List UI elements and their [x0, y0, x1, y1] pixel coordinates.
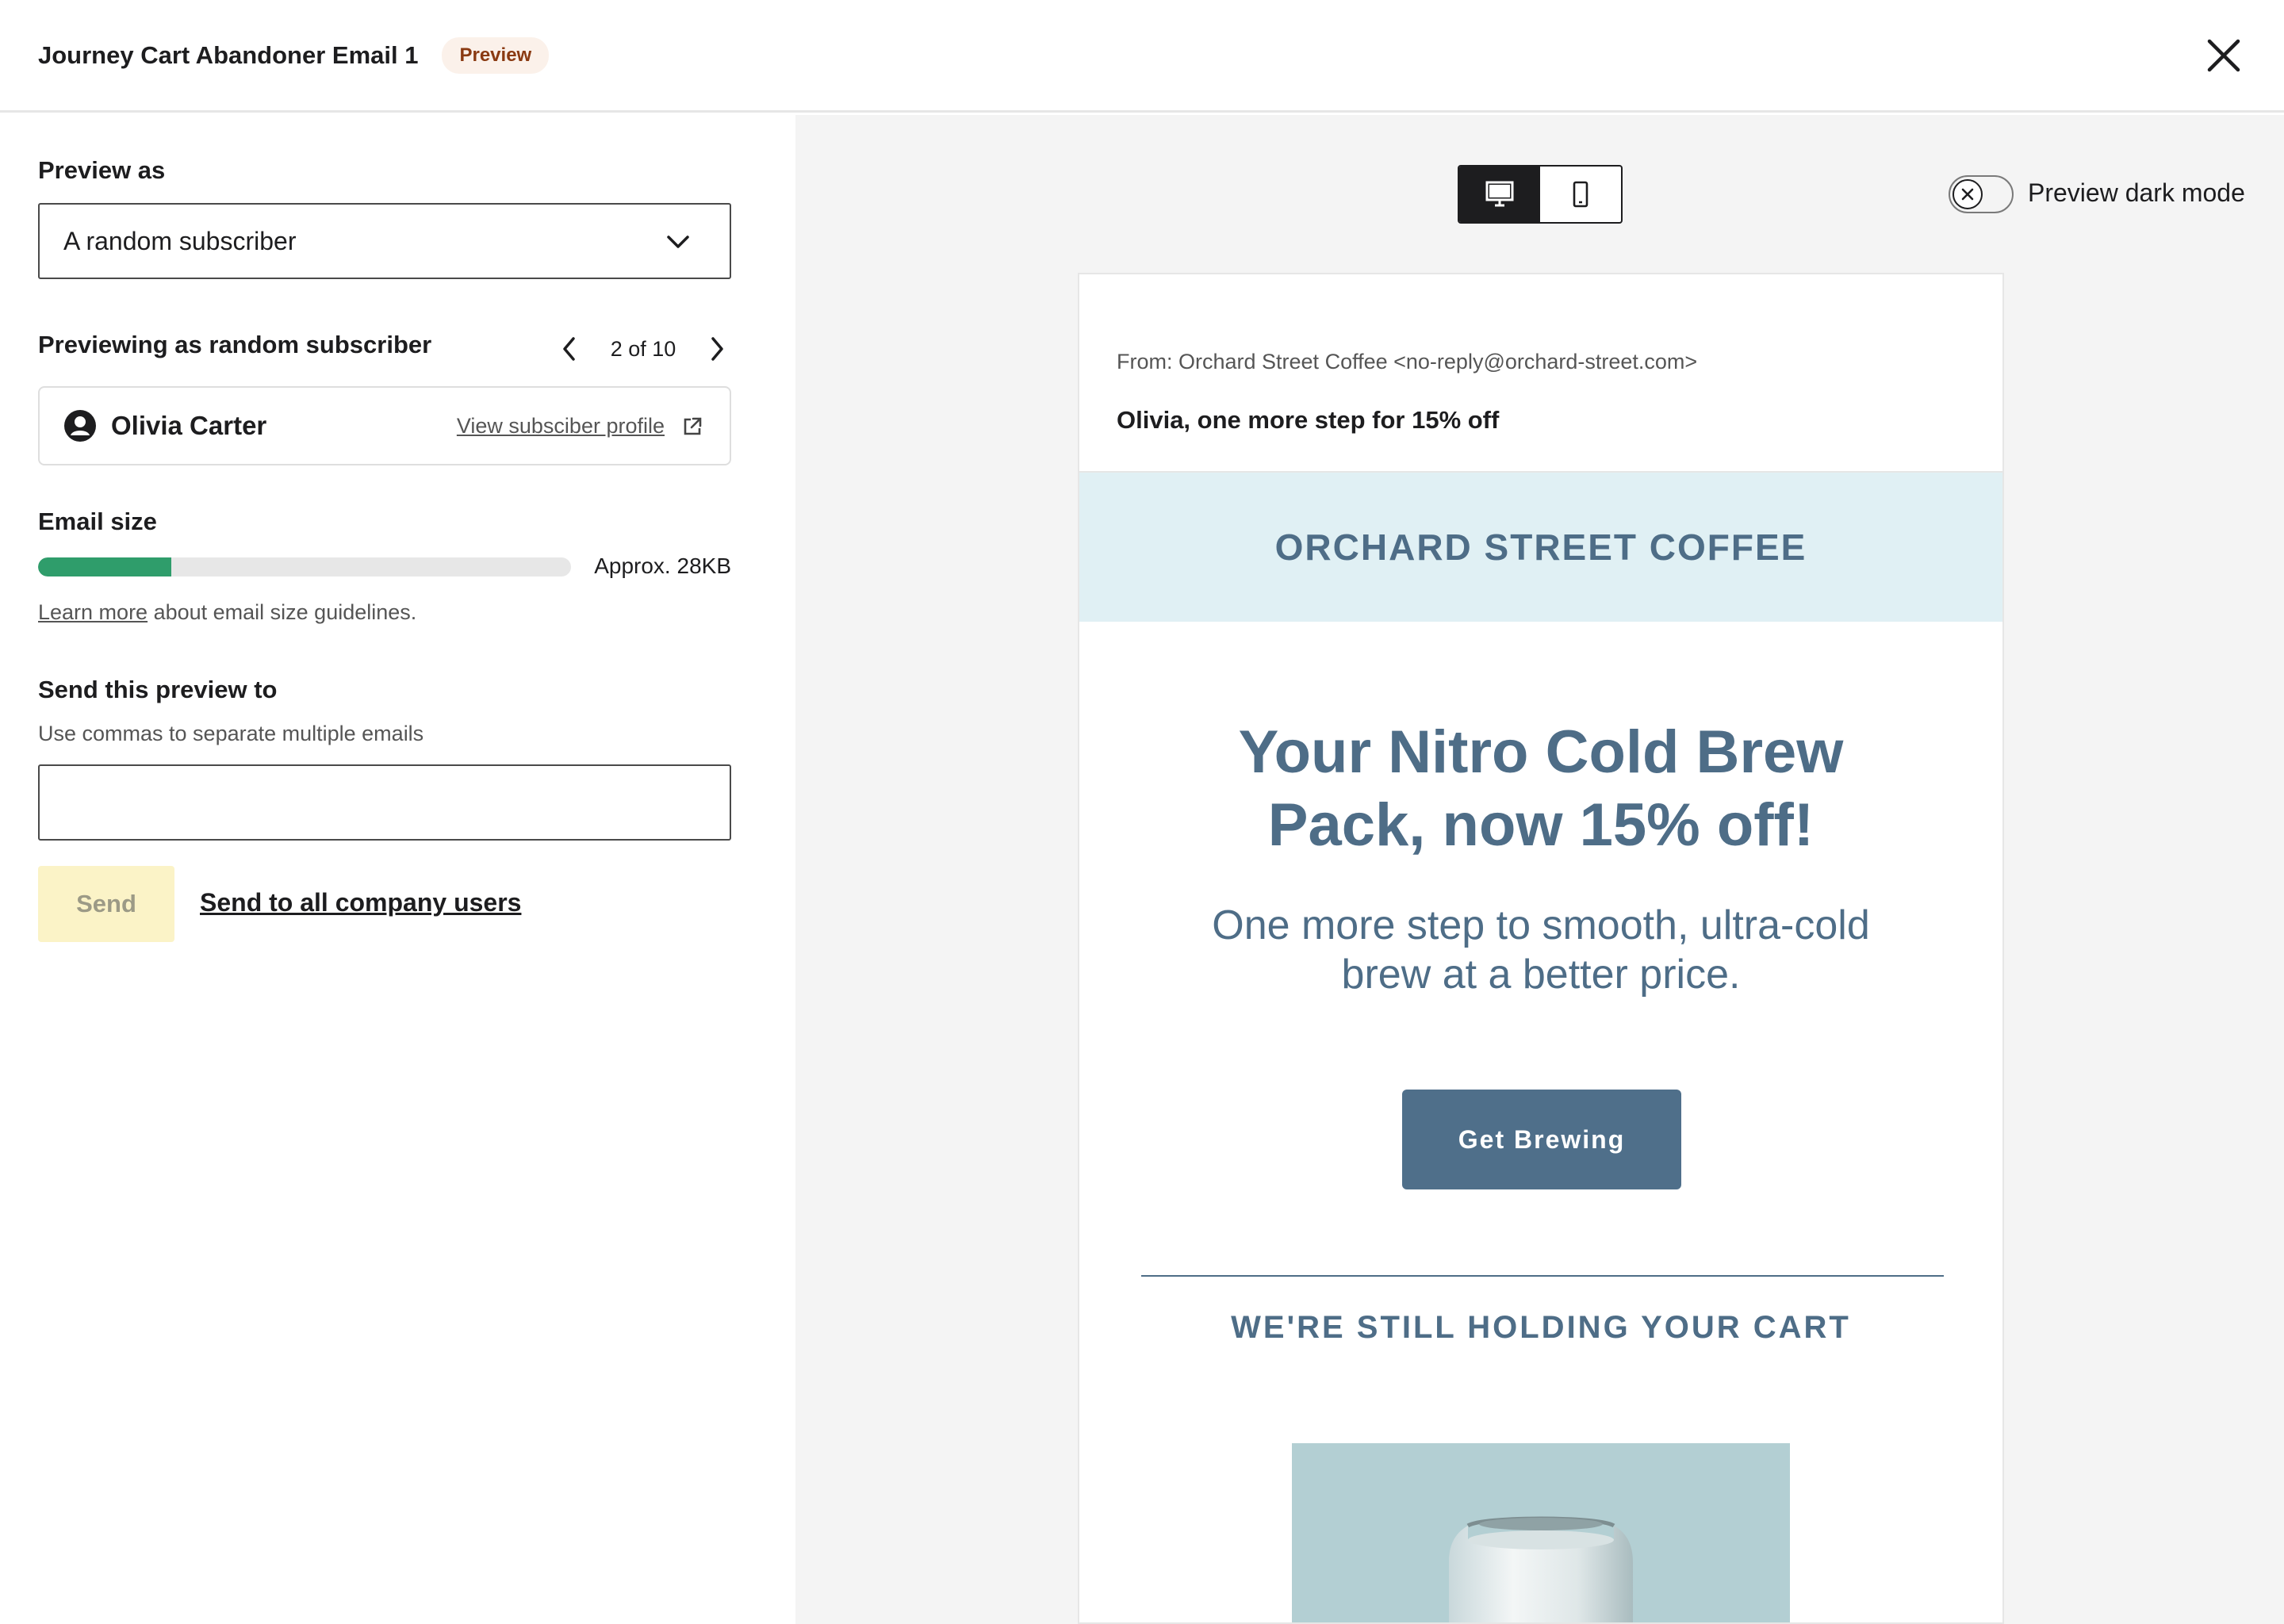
email-size-value: Approx. 28KB	[594, 553, 731, 578]
preview-recipients-input[interactable]	[38, 764, 731, 841]
desktop-view-button[interactable]	[1459, 167, 1540, 222]
email-size-label: Email size	[38, 508, 157, 535]
product-image	[1292, 1443, 1790, 1622]
send-to-all-users-link[interactable]: Send to all company users	[200, 888, 521, 917]
previous-subscriber-button[interactable]	[555, 333, 584, 365]
mobile-view-button[interactable]	[1540, 167, 1621, 222]
email-subject: Olivia, one more step for 15% off	[1117, 406, 1500, 434]
close-icon	[2207, 39, 2240, 72]
chevron-left-icon	[563, 337, 575, 361]
learn-more-rest: about email size guidelines.	[148, 600, 417, 624]
user-avatar-icon	[64, 410, 96, 442]
dark-mode-toggle[interactable]	[1949, 175, 2014, 213]
send-preview-label: Send this preview to	[38, 676, 278, 703]
chevron-down-icon	[667, 236, 689, 248]
mobile-icon	[1573, 181, 1588, 208]
preview-header: Journey Cart Abandoner Email 1 Preview	[0, 0, 2284, 113]
preview-as-label: Preview as	[38, 156, 166, 184]
device-toggle	[1458, 165, 1623, 224]
email-title: Journey Cart Abandoner Email 1	[38, 40, 419, 69]
learn-more-link[interactable]: Learn more	[38, 600, 148, 624]
preview-as-value: A random subscriber	[63, 226, 297, 255]
send-button[interactable]: Send	[38, 866, 174, 942]
preview-badge: Preview	[442, 36, 550, 74]
dark-mode-label: Preview dark mode	[2028, 178, 2245, 207]
subscriber-name: Olivia Carter	[111, 411, 267, 440]
preview-as-dropdown[interactable]: A random subscriber	[38, 203, 731, 279]
previewing-label: Previewing as random subscriber	[38, 331, 432, 358]
desktop-icon	[1485, 181, 1514, 207]
email-headline: Your Nitro Cold Brew Pack, now 15% off!	[1079, 716, 2002, 862]
email-preview-area: Preview dark mode From: Orchard Street C…	[795, 115, 2284, 1624]
email-preview: From: Orchard Street Coffee <no-reply@or…	[1078, 273, 2004, 1624]
subscriber-card: Olivia Carter View subsciber profile	[38, 386, 731, 465]
subscriber-pager: 2 of 10	[555, 329, 731, 369]
email-subheadline: One more step to smooth, ultra-cold brew…	[1079, 901, 2002, 999]
pager-count: 2 of 10	[610, 336, 676, 361]
email-brand-banner: ORCHARD STREET COFFEE	[1079, 473, 2002, 622]
dark-mode-knob	[1953, 179, 1983, 209]
chevron-right-icon	[711, 337, 723, 361]
section-divider	[1141, 1275, 1944, 1277]
subhead-line-2: brew at a better price.	[1341, 952, 1741, 998]
preview-settings-panel: Preview as A random subscriber Previewin…	[0, 115, 795, 1624]
send-preview-hint: Use commas to separate multiple emails	[38, 722, 424, 745]
subhead-line-1: One more step to smooth, ultra-cold	[1212, 902, 1870, 948]
email-size-progress	[38, 557, 571, 576]
next-subscriber-button[interactable]	[703, 333, 731, 365]
cart-section-title: WE'RE STILL HOLDING YOUR CART	[1231, 1310, 1851, 1345]
email-size-progress-fill	[38, 557, 171, 576]
email-from: From: Orchard Street Coffee <no-reply@or…	[1117, 350, 1698, 373]
coffee-can-image	[1449, 1516, 1633, 1622]
get-brewing-button[interactable]: Get Brewing	[1402, 1090, 1681, 1189]
close-button[interactable]	[2202, 33, 2246, 78]
brand-logo-text: ORCHARD STREET COFFEE	[1274, 527, 1807, 568]
headline-line-1: Your Nitro Cold Brew	[1238, 718, 1844, 786]
email-size-guidelines-text: Learn more about email size guidelines.	[38, 600, 416, 625]
view-subscriber-profile-link[interactable]: View subsciber profile	[457, 414, 665, 439]
external-link-icon[interactable]	[682, 416, 703, 437]
email-envelope: From: Orchard Street Coffee <no-reply@or…	[1079, 274, 2002, 473]
x-icon	[1961, 188, 1974, 201]
headline-line-2: Pack, now 15% off!	[1267, 791, 1815, 859]
